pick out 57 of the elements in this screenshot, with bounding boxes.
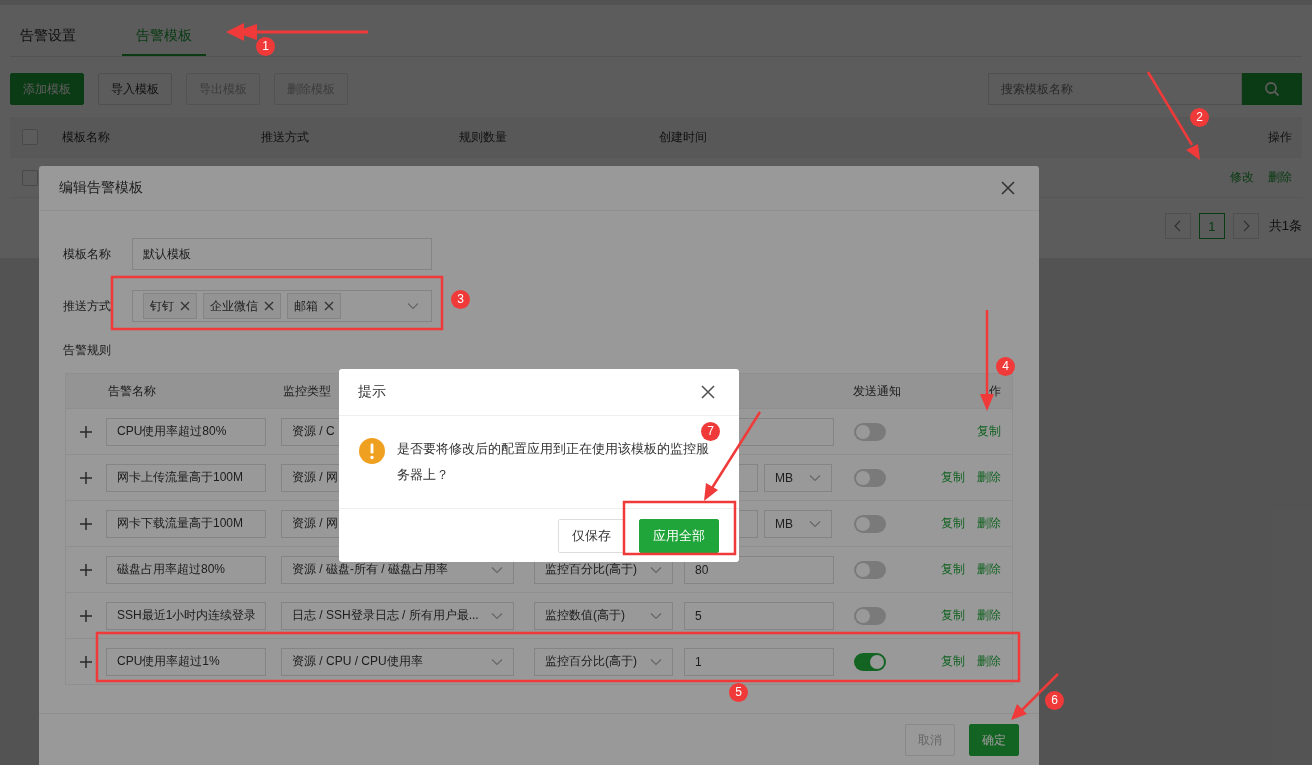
rule-action-link[interactable]: 删除 [977,653,1001,670]
dialog-button[interactable]: 仅保存 [558,519,625,553]
rule-action-link[interactable]: 删除 [977,469,1001,486]
rule-name-field[interactable]: 磁盘占用率超过80% [106,555,266,584]
rule-name-field[interactable]: CPU使用率超过80% [106,417,266,446]
template-name-field[interactable]: 默认模板 [132,238,432,270]
unit-select[interactable]: MB [764,509,832,538]
field-label: 推送方式 [63,297,112,315]
rule-action-link[interactable]: 删除 [977,561,1001,578]
column-header: 模板名称 [62,128,111,146]
push-method-tag: 邮箱 [287,293,341,319]
rule-action-link[interactable]: 复制 [977,423,1001,440]
push-method-select[interactable]: 钉钉 企业微信 邮箱 [132,290,432,322]
rule-action-link[interactable]: 复制 [941,515,965,532]
section-label: 告警规则 [63,342,112,359]
dialog-button[interactable]: 确定 [969,724,1019,756]
column-header: 规则数量 [459,128,508,146]
threshold-field[interactable]: 80 [684,555,834,584]
rule-action-link[interactable]: 复制 [941,653,965,670]
step-badge: 6 [1045,691,1064,710]
rule-action-link[interactable]: 复制 [941,607,965,624]
dialog-title: 提示 [358,383,386,401]
threshold-field[interactable]: 1 [684,647,834,676]
row-action-link[interactable]: 修改 [1230,169,1254,186]
push-method-tag: 企业微信 [203,293,281,319]
confirm-message: 是否要将修改后的配置应用到正在使用该模板的监控服务器上？ [397,440,710,484]
column-header: 推送方式 [261,128,310,146]
rule-action-link[interactable]: 删除 [977,515,1001,532]
rule-name-field[interactable]: 网卡上传流量高于100M [106,463,266,492]
rule-action-link[interactable]: 删除 [977,607,1001,624]
monitor-type-select[interactable]: 日志 / SSH登录日志 / 所有用户最... [281,601,514,630]
tab[interactable]: 告警设置 [10,16,96,56]
field-label: 模板名称 [63,245,112,263]
column-header: 发送通知 [852,382,901,400]
rule-name-field[interactable]: CPU使用率超过1% [106,647,266,676]
condition-select[interactable]: 监控数值(高于) [534,601,673,630]
rule-name-field[interactable]: 网卡下载流量高于100M [106,509,266,538]
column-header: 操作 [1268,128,1292,146]
column-header: 告警名称 [107,382,156,400]
monitor-type-select[interactable]: 资源 / CPU / CPU使用率 [281,647,514,676]
column-header: 创建时间 [659,128,708,146]
condition-select[interactable]: 监控百分比(高于) [534,647,673,676]
tab[interactable]: 告警模板 [122,16,206,56]
rule-name-field[interactable]: SSH最近1小时内连续登录 [106,601,266,630]
push-method-tag: 钉钉 [143,293,197,319]
rule-action-link[interactable]: 复制 [941,561,965,578]
toolbar-button[interactable]: 添加模板 [10,73,84,105]
page-number[interactable]: 1 [1198,213,1225,239]
dialog-title: 编辑告警模板 [59,179,143,197]
rule-action-link[interactable]: 复制 [941,469,965,486]
toolbar-button[interactable]: 导入模板 [98,73,172,105]
total-count: 共1条 [1268,217,1302,235]
unit-select[interactable]: MB [764,463,832,492]
threshold-field[interactable]: 5 [684,601,834,630]
column-header: 监控类型 [282,382,331,400]
row-action-link[interactable]: 删除 [1268,169,1292,186]
dialog-button[interactable]: 应用全部 [639,519,719,553]
